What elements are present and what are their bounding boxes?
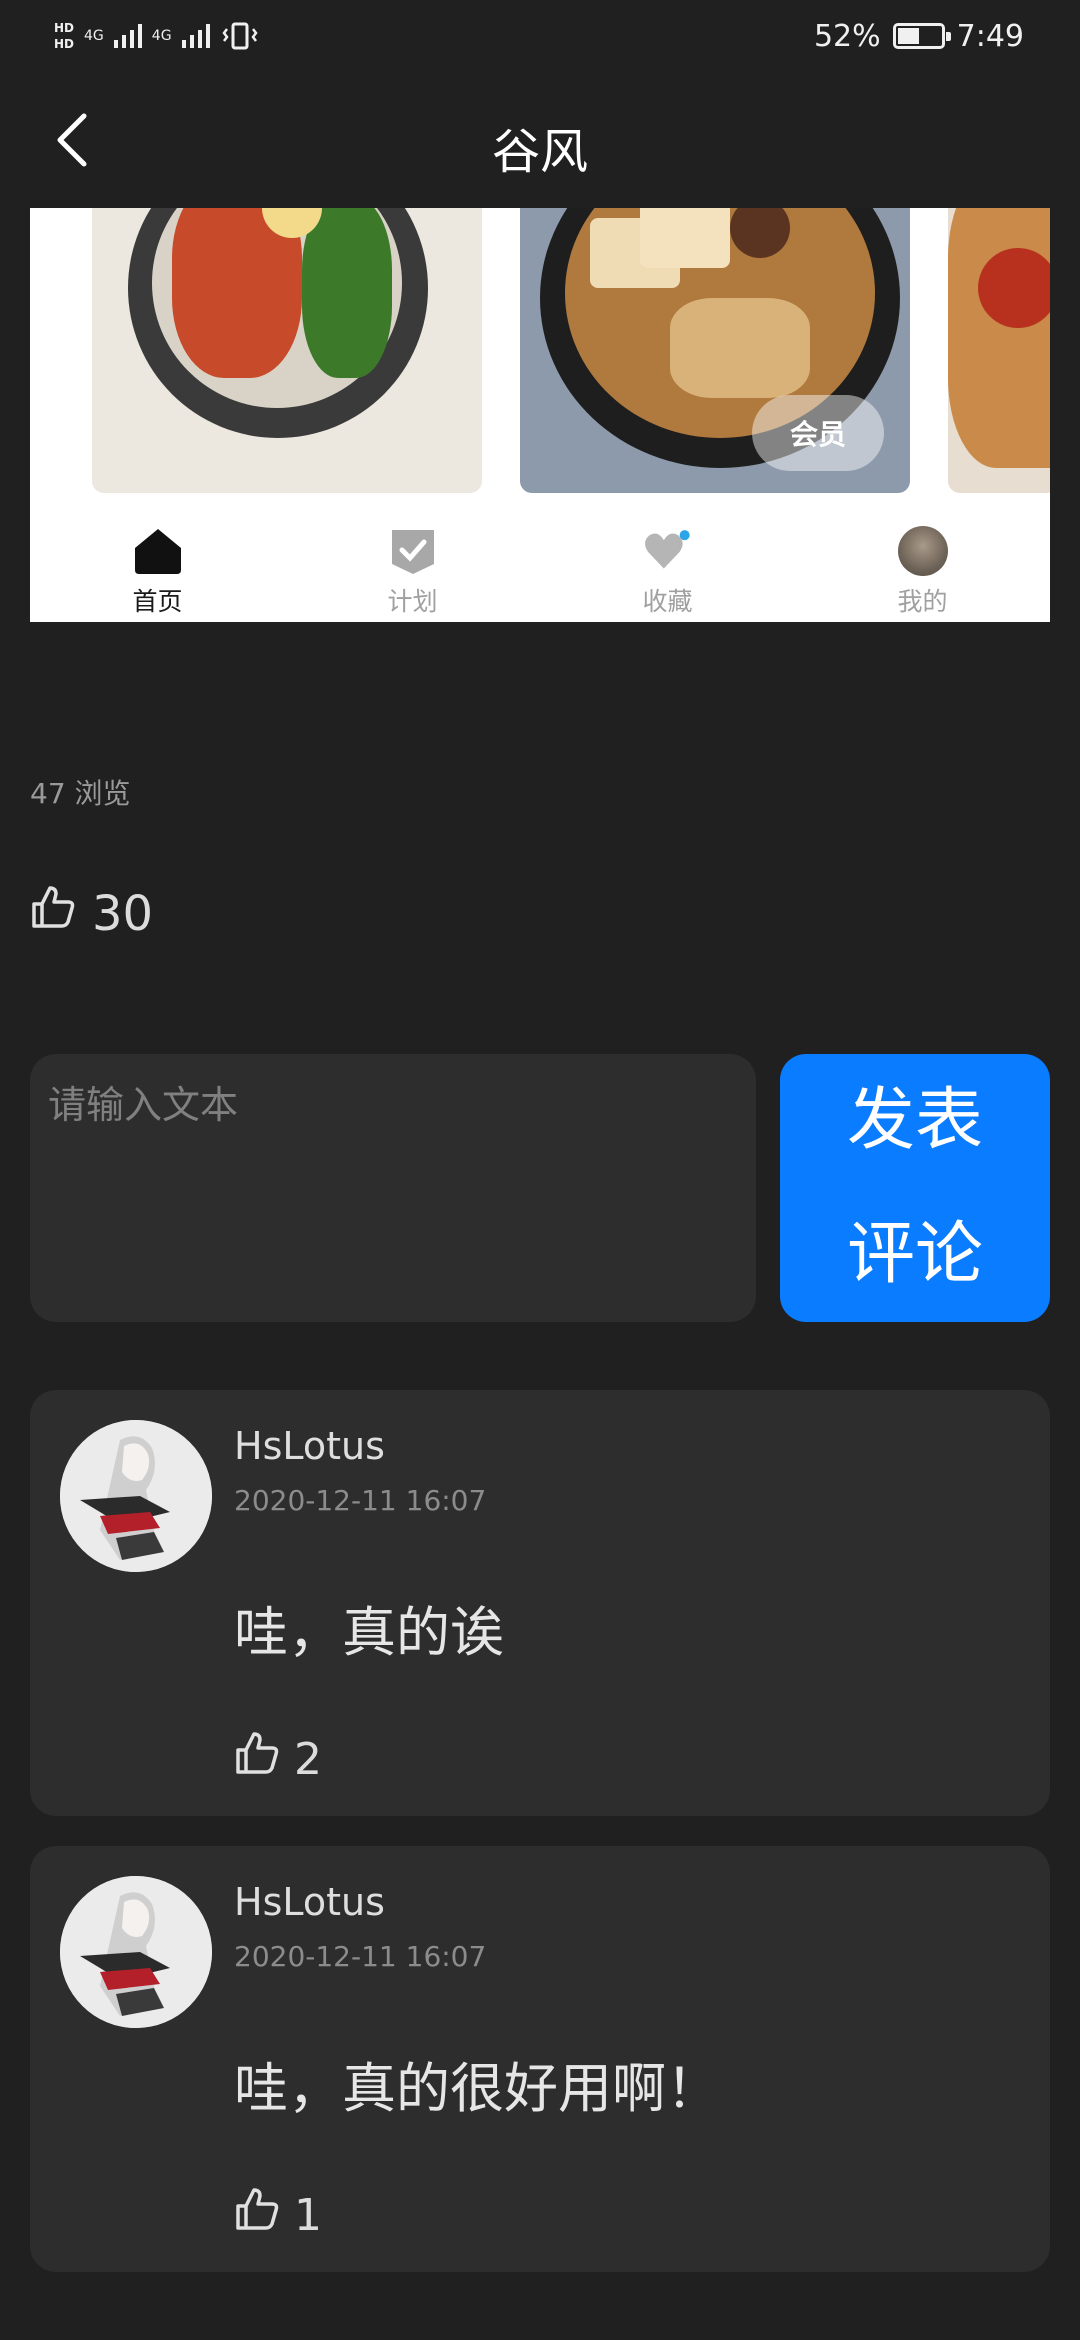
tab-plan[interactable]: 计划 (285, 508, 540, 622)
post-comment-button[interactable]: 发表评论 (780, 1054, 1050, 1322)
vibrate-icon (221, 22, 258, 50)
thumbs-up-icon (236, 1731, 279, 1774)
home-icon (134, 529, 181, 574)
comment-like-count: 1 (294, 2190, 322, 2241)
food-photo-1 (92, 208, 482, 493)
hd-label-1: HD (54, 21, 75, 35)
status-right: 52% 7:49 (814, 19, 1024, 54)
network-label-2: 4G (151, 28, 172, 44)
status-left: HD HD 4G 4G (54, 20, 260, 52)
comment-text: 哇，真的很好用啊！ (234, 2057, 720, 2120)
tab-label-plan: 计划 (387, 587, 438, 616)
avatar[interactable] (60, 1876, 212, 2028)
bottom-tab-bar: 首页 计划 收藏 我的 (30, 508, 1050, 622)
clock: 7:49 (956, 18, 1024, 54)
comment-card: HsLotus 2020-12-11 16:07 哇，真的很好用啊！ 1 (30, 1846, 1050, 2272)
comment-time: 2020-12-11 16:07 (234, 1484, 487, 1517)
thumbs-up-icon (32, 886, 75, 928)
signal-icon (113, 24, 142, 48)
comment-text: 哇，真的诶 (234, 1601, 504, 1664)
tab-label-favorites: 收藏 (642, 587, 693, 616)
avatar-icon (897, 526, 948, 576)
top-bar: 谷风 (0, 72, 1080, 208)
tab-favorites[interactable]: 收藏 (540, 508, 795, 622)
signal-icon-2 (181, 24, 210, 48)
comment-author[interactable]: HsLotus (234, 1880, 385, 1924)
comment-time: 2020-12-11 16:07 (234, 1940, 487, 1973)
post-like-button[interactable]: 30 (30, 872, 153, 942)
comment-input[interactable]: 请输入文本 (30, 1054, 756, 1322)
tab-home[interactable]: 首页 (30, 508, 285, 622)
food-photo-3 (948, 208, 1050, 493)
heart-icon (644, 530, 690, 569)
food-photo-2: 会员 (520, 208, 910, 493)
status-bar: HD HD 4G 4G 52% 7:49 (0, 0, 1080, 72)
post-image[interactable]: 会员 首页 计划 收藏 我的 (30, 208, 1050, 622)
hd-indicator: HD HD (54, 20, 74, 52)
page-title: 谷风 (491, 124, 588, 180)
comment-like-button[interactable]: 2 (234, 1720, 322, 1785)
comment-author[interactable]: HsLotus (234, 1424, 385, 1468)
comment-card: HsLotus 2020-12-11 16:07 哇，真的诶 2 (30, 1390, 1050, 1816)
tab-label-home: 首页 (132, 587, 183, 616)
avatar-image (60, 1420, 212, 1572)
battery-percent: 52% (813, 18, 881, 54)
thumbs-up-icon (236, 2187, 279, 2230)
tab-label-mine: 我的 (897, 587, 948, 616)
comment-like-button[interactable]: 1 (234, 2176, 322, 2241)
post-like-count: 30 (92, 886, 154, 942)
tab-mine[interactable]: 我的 (795, 508, 1050, 622)
network-label-1: 4G (84, 28, 104, 44)
vip-badge: 会员 (752, 395, 884, 471)
avatar-image (60, 1876, 212, 2028)
view-count: 47 浏览 (30, 777, 131, 810)
comment-like-count: 2 (294, 1734, 322, 1785)
hd-label-2: HD (54, 37, 75, 51)
avatar[interactable] (60, 1420, 212, 1572)
checklist-icon (391, 530, 434, 574)
battery-icon (892, 23, 951, 49)
